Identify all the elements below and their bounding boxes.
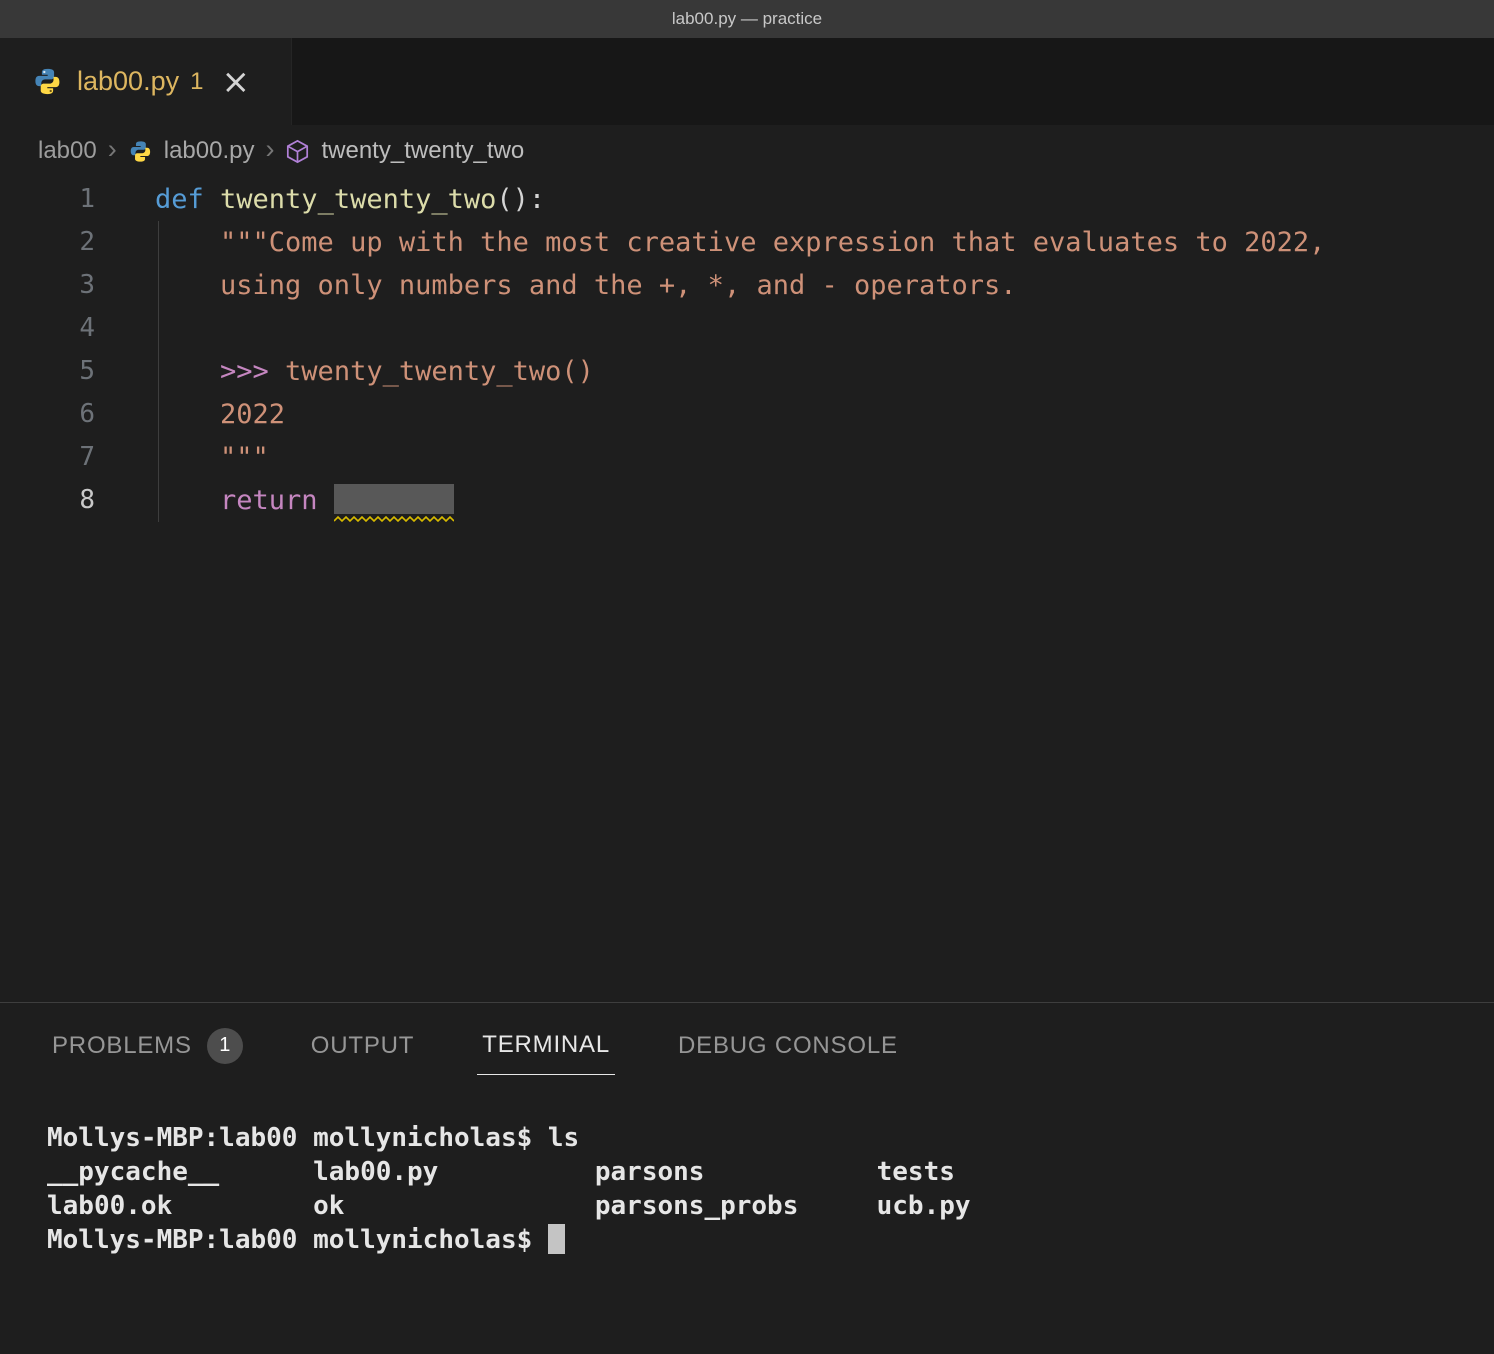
indent-guide — [158, 264, 159, 307]
problems-count-badge: 1 — [207, 1028, 243, 1064]
tab-problems[interactable]: PROBLEMS 1 — [47, 1016, 248, 1079]
code-content: def twenty_twenty_two(): — [95, 178, 1494, 221]
indent-guide — [158, 436, 159, 479]
line-number: 5 — [0, 350, 95, 393]
tab-filename: lab00.py — [77, 66, 179, 97]
doctest-call: twenty_twenty_two() — [285, 356, 594, 387]
line-number: 2 — [0, 221, 95, 264]
chevron-right-icon: › — [265, 134, 274, 165]
code-line[interactable]: 4 — [0, 307, 1494, 350]
terminal-line: Mollys-MBP:lab00 mollynicholas$ ls — [47, 1121, 1494, 1155]
indent-guide — [158, 393, 159, 436]
doctest-prompt: >>> — [155, 356, 285, 387]
symbol-cube-icon — [285, 139, 310, 164]
indent-guide — [158, 221, 159, 264]
doctest-result: 2022 — [155, 399, 285, 430]
code-line[interactable]: 7 """ — [0, 436, 1494, 479]
docstring-text: """Come up with the most creative expres… — [155, 227, 1325, 258]
warning-squiggle-icon — [334, 516, 454, 522]
python-icon — [128, 139, 153, 164]
terminal-cursor — [548, 1224, 565, 1254]
indent-guide — [158, 479, 159, 522]
terminal-output[interactable]: Mollys-MBP:lab00 mollynicholas$ ls __pyc… — [0, 1091, 1494, 1257]
tab-debug-console[interactable]: DEBUG CONSOLE — [673, 1020, 903, 1075]
tab-output[interactable]: OUTPUT — [306, 1020, 419, 1075]
line-number: 4 — [0, 307, 95, 350]
code-content: using only numbers and the +, *, and - o… — [95, 264, 1494, 307]
tab-problems-count: 1 — [190, 68, 203, 96]
code-line[interactable]: 2 """Come up with the most creative expr… — [0, 221, 1494, 264]
breadcrumb: lab00 › lab00.py › twenty_twenty_two — [0, 125, 1494, 177]
breadcrumb-folder[interactable]: lab00 — [38, 137, 97, 165]
python-icon — [32, 66, 63, 97]
window-title: lab00.py — practice — [672, 9, 822, 29]
code-line[interactable]: 6 2022 — [0, 393, 1494, 436]
panel-tab-bar: PROBLEMS 1 OUTPUT TERMINAL DEBUG CONSOLE — [0, 1003, 1494, 1091]
tab-terminal[interactable]: TERMINAL — [477, 1019, 615, 1075]
terminal-prompt: Mollys-MBP:lab00 mollynicholas$ — [47, 1225, 548, 1255]
close-icon[interactable]: × — [221, 65, 250, 99]
keyword-def: def — [155, 184, 220, 215]
code-editor[interactable]: 1 def twenty_twenty_two(): 2 """Come up … — [0, 177, 1494, 1002]
debug-console-label: DEBUG CONSOLE — [678, 1032, 898, 1060]
line-number: 3 — [0, 264, 95, 307]
line-number: 1 — [0, 178, 95, 221]
editor-tab-bar: lab00.py 1 × — [0, 38, 1494, 125]
code-line[interactable]: 3 using only numbers and the +, *, and -… — [0, 264, 1494, 307]
code-line[interactable]: 8 return — [0, 479, 1494, 522]
function-name: twenty_twenty_two — [220, 184, 496, 215]
code-content — [95, 307, 1494, 350]
problems-label: PROBLEMS — [52, 1032, 192, 1060]
breadcrumb-symbol[interactable]: twenty_twenty_two — [321, 137, 524, 165]
terminal-prompt-line: Mollys-MBP:lab00 mollynicholas$ — [47, 1223, 1494, 1257]
code-line[interactable]: 5 >>> twenty_twenty_two() — [0, 350, 1494, 393]
line-number: 7 — [0, 436, 95, 479]
code-content: return — [95, 479, 1494, 522]
terminal-line: lab00.ok ok parsons_probs ucb.py — [47, 1189, 1494, 1223]
output-label: OUTPUT — [311, 1032, 414, 1060]
snippet-placeholder[interactable] — [334, 484, 454, 514]
code-line[interactable]: 1 def twenty_twenty_two(): — [0, 178, 1494, 221]
bottom-panel: PROBLEMS 1 OUTPUT TERMINAL DEBUG CONSOLE… — [0, 1002, 1494, 1354]
code-content: 2022 — [95, 393, 1494, 436]
indent-guide — [158, 350, 159, 393]
punctuation: (): — [496, 184, 545, 215]
line-number: 6 — [0, 393, 95, 436]
docstring-close: """ — [155, 442, 269, 473]
window-titlebar[interactable]: lab00.py — practice — [0, 0, 1494, 38]
breadcrumb-file[interactable]: lab00.py — [164, 137, 255, 165]
tab-lab00-py[interactable]: lab00.py 1 × — [0, 38, 292, 125]
code-content: """ — [95, 436, 1494, 479]
terminal-label: TERMINAL — [482, 1031, 610, 1059]
chevron-right-icon: › — [108, 134, 117, 165]
code-content: >>> twenty_twenty_two() — [95, 350, 1494, 393]
line-number-active: 8 — [0, 479, 95, 522]
code-content: """Come up with the most creative expres… — [95, 221, 1494, 264]
indent-guide — [158, 307, 159, 350]
terminal-line: __pycache__ lab00.py parsons tests — [47, 1155, 1494, 1189]
keyword-return: return — [155, 485, 334, 516]
docstring-text: using only numbers and the +, *, and - o… — [155, 270, 1017, 301]
